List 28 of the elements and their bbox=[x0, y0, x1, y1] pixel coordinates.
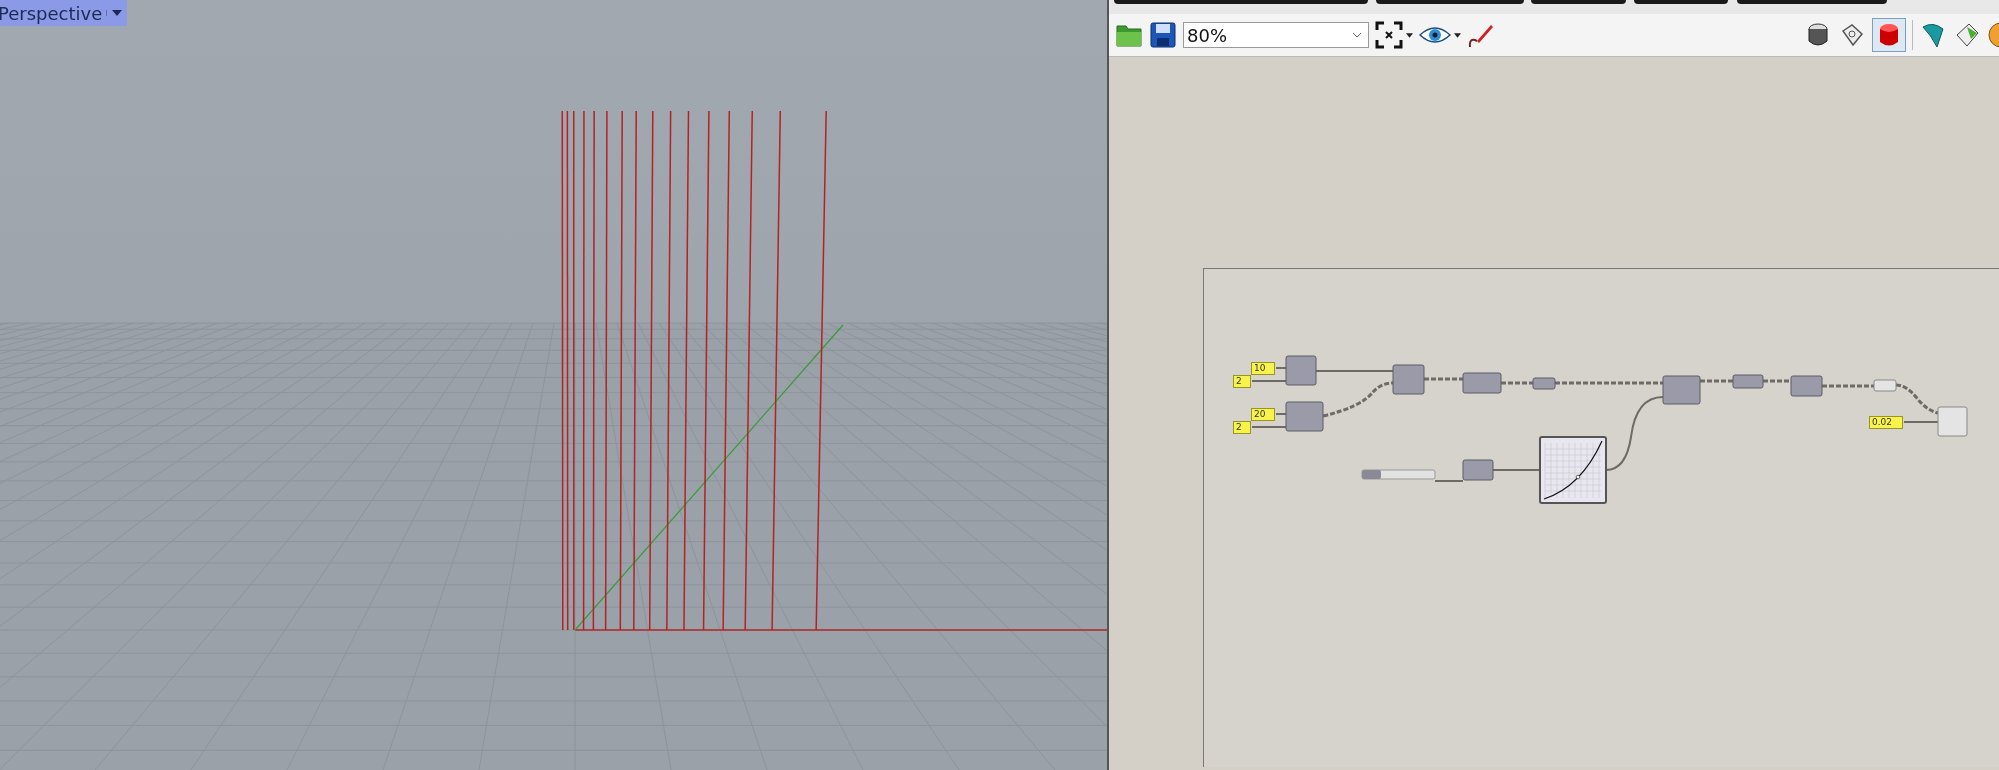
component-node[interactable] bbox=[1462, 459, 1494, 481]
component-node[interactable] bbox=[1392, 364, 1425, 395]
caret-icon[interactable] bbox=[1454, 32, 1461, 38]
eye-icon[interactable] bbox=[1419, 25, 1451, 45]
value-panel[interactable]: 20 bbox=[1251, 408, 1275, 421]
zoom-extents-icon[interactable] bbox=[1375, 21, 1403, 49]
value-panel[interactable]: 0.02 bbox=[1869, 416, 1903, 429]
caret-icon[interactable] bbox=[1406, 32, 1413, 38]
component-node[interactable] bbox=[1662, 375, 1701, 405]
preview-selected-button[interactable] bbox=[1872, 18, 1906, 52]
component-node[interactable] bbox=[1285, 355, 1317, 386]
chevron-icon bbox=[1352, 32, 1362, 38]
component-node[interactable] bbox=[1532, 377, 1556, 390]
component-node[interactable] bbox=[1285, 401, 1324, 432]
value-panel[interactable]: 10 bbox=[1251, 362, 1275, 375]
component-node[interactable] bbox=[1937, 406, 1968, 437]
tab[interactable] bbox=[1531, 0, 1626, 4]
save-icon[interactable] bbox=[1149, 21, 1177, 49]
component-node[interactable] bbox=[1462, 372, 1502, 394]
value-panel[interactable]: 2 bbox=[1233, 421, 1251, 434]
component-node[interactable] bbox=[1732, 374, 1764, 389]
component-node[interactable] bbox=[1873, 379, 1897, 392]
value-panel[interactable]: 2 bbox=[1233, 375, 1251, 388]
component-node[interactable] bbox=[1790, 375, 1823, 397]
tab[interactable] bbox=[1634, 0, 1728, 4]
graph-mapper[interactable] bbox=[1539, 436, 1607, 504]
zoom-dropdown[interactable]: 80% bbox=[1183, 22, 1369, 48]
number-slider[interactable] bbox=[1361, 469, 1436, 480]
